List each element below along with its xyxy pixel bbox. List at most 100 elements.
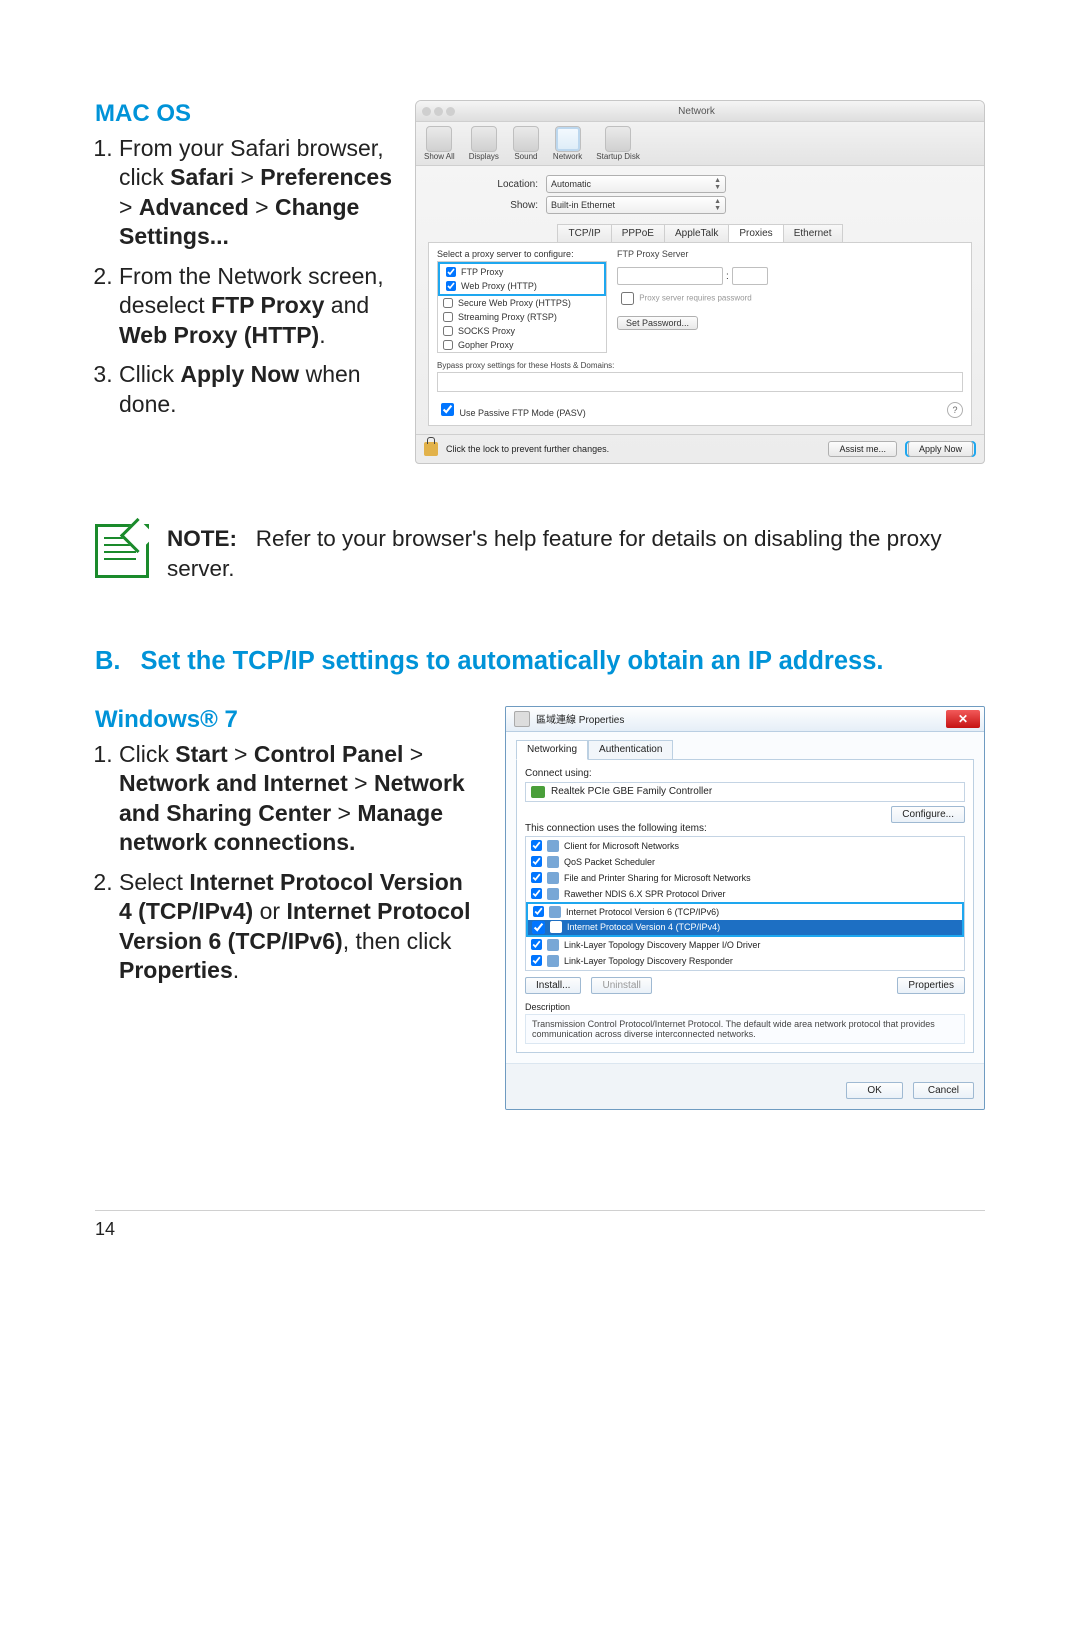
- location-select[interactable]: Automatic ▲▼: [546, 175, 726, 193]
- toolbar-sound-button[interactable]: Sound: [513, 126, 539, 161]
- proxy-socks[interactable]: SOCKS Proxy: [438, 324, 606, 338]
- item-file-printer[interactable]: File and Printer Sharing for Microsoft N…: [526, 870, 964, 886]
- set-password-button[interactable]: Set Password...: [617, 316, 698, 330]
- traffic-light-icon: [422, 107, 431, 116]
- requires-password-checkbox[interactable]: Proxy server requires password: [617, 289, 963, 308]
- lock-text: Click the lock to prevent further change…: [446, 444, 820, 454]
- web-proxy-checkbox[interactable]: [446, 281, 456, 291]
- assist-me-button[interactable]: Assist me...: [828, 441, 897, 457]
- page-number: 14: [95, 1219, 985, 1240]
- nic-display: Realtek PCIe GBE Family Controller: [525, 782, 965, 802]
- macos-step-1: From your Safari browser, click Safari >…: [119, 134, 395, 252]
- macos-steps: From your Safari browser, click Safari >…: [95, 134, 395, 419]
- component-icon: [547, 939, 559, 951]
- tab-authentication[interactable]: Authentication: [588, 740, 673, 759]
- description-text: Transmission Control Protocol/Internet P…: [525, 1014, 965, 1044]
- item-ipv6[interactable]: Internet Protocol Version 6 (TCP/IPv6): [528, 904, 962, 920]
- toolbar-network-button[interactable]: Network: [553, 126, 582, 161]
- properties-button[interactable]: Properties: [897, 977, 965, 994]
- tab-tcpip[interactable]: TCP/IP: [557, 224, 610, 242]
- show-select[interactable]: Built-in Ethernet ▲▼: [546, 196, 726, 214]
- section-b-heading: B. Set the TCP/IP settings to automatica…: [95, 645, 985, 678]
- help-icon[interactable]: ?: [947, 402, 963, 418]
- uninstall-button[interactable]: Uninstall: [591, 977, 651, 994]
- speaker-icon: [513, 126, 539, 152]
- install-button[interactable]: Install...: [525, 977, 581, 994]
- proxy-select-label: Select a proxy server to configure:: [437, 249, 607, 259]
- display-icon: [471, 126, 497, 152]
- socks-proxy-checkbox[interactable]: [443, 326, 453, 336]
- win-properties-dialog: 區域連線 Properties ✕ Networking Authenticat…: [505, 706, 985, 1110]
- gopher-proxy-checkbox[interactable]: [443, 340, 453, 350]
- item-client-ms[interactable]: Client for Microsoft Networks: [526, 838, 964, 854]
- pasv-checkbox[interactable]: Use Passive FTP Mode (PASV): [437, 400, 586, 419]
- updown-arrows-icon: ▲▼: [714, 177, 721, 191]
- tab-appletalk[interactable]: AppleTalk: [664, 224, 728, 242]
- note-icon: [95, 524, 149, 578]
- tab-pppoe[interactable]: PPPoE: [611, 224, 664, 242]
- component-icon: [547, 840, 559, 852]
- globe-icon: [555, 126, 581, 152]
- macos-step-2: From the Network screen, deselect FTP Pr…: [119, 262, 395, 350]
- back-forward-icon: [426, 126, 452, 152]
- show-label: Show:: [428, 200, 538, 211]
- cancel-button[interactable]: Cancel: [913, 1082, 974, 1099]
- proxy-gopher[interactable]: Gopher Proxy: [438, 338, 606, 352]
- item-qos[interactable]: QoS Packet Scheduler: [526, 854, 964, 870]
- windows-step-2: Select Internet Protocol Version 4 (TCP/…: [119, 868, 475, 986]
- proxy-host-input[interactable]: [617, 267, 723, 285]
- items-list: Client for Microsoft Networks QoS Packet…: [525, 836, 965, 971]
- traffic-light-icon: [446, 107, 455, 116]
- ok-button[interactable]: OK: [846, 1082, 902, 1099]
- ipv-highlight: Internet Protocol Version 6 (TCP/IPv6) I…: [526, 902, 964, 937]
- toolbar-show-all-button[interactable]: Show All: [424, 126, 455, 161]
- tab-ethernet[interactable]: Ethernet: [783, 224, 843, 242]
- mac-toolbar: Show All Displays Sound Network Startup …: [416, 122, 984, 166]
- toolbar-startup-disk-button[interactable]: Startup Disk: [596, 126, 640, 161]
- updown-arrows-icon: ▲▼: [714, 198, 721, 212]
- rtsp-proxy-checkbox[interactable]: [443, 312, 453, 322]
- windows-heading: Windows® 7: [95, 706, 475, 734]
- apply-now-button[interactable]: Apply Now: [908, 441, 973, 457]
- proxy-list: FTP Proxy Web Proxy (HTTP) Secure Web Pr…: [437, 261, 607, 353]
- close-button[interactable]: ✕: [946, 710, 980, 728]
- traffic-light-icon: [434, 107, 443, 116]
- windows-step-1: Click Start > Control Panel > Network an…: [119, 740, 475, 858]
- win-dialog-title: 區域連線 Properties: [536, 711, 624, 726]
- toolbar-displays-button[interactable]: Displays: [469, 126, 499, 161]
- note-text: NOTE: Refer to your browser's help featu…: [167, 524, 985, 585]
- connect-using-label: Connect using:: [525, 768, 965, 779]
- items-label: This connection uses the following items…: [525, 823, 965, 834]
- lock-icon[interactable]: [424, 442, 438, 456]
- component-icon: [547, 955, 559, 967]
- proxy-https[interactable]: Secure Web Proxy (HTTPS): [438, 296, 606, 310]
- description-label: Description: [525, 1002, 965, 1012]
- proxy-http[interactable]: Web Proxy (HTTP): [441, 279, 603, 293]
- apply-now-highlight: Apply Now: [905, 441, 976, 457]
- macos-heading: MAC OS: [95, 100, 395, 128]
- tab-networking[interactable]: Networking: [516, 740, 588, 760]
- component-icon: [547, 888, 559, 900]
- bypass-hosts-input[interactable]: [437, 372, 963, 392]
- component-icon: [547, 872, 559, 884]
- component-icon: [547, 856, 559, 868]
- nic-icon: [531, 786, 545, 798]
- bypass-label: Bypass proxy settings for these Hosts & …: [437, 361, 963, 370]
- mac-window-title: Network: [458, 106, 935, 117]
- component-icon: [549, 906, 561, 918]
- https-proxy-checkbox[interactable]: [443, 298, 453, 308]
- proxy-ftp[interactable]: FTP Proxy: [441, 265, 603, 279]
- ftp-proxy-checkbox[interactable]: [446, 267, 456, 277]
- mac-titlebar: Network: [416, 101, 984, 122]
- item-lltd-responder[interactable]: Link-Layer Topology Discovery Responder: [526, 953, 964, 969]
- item-rawether[interactable]: Rawether NDIS 6.X SPR Protocol Driver: [526, 886, 964, 902]
- ftp-proxy-server-label: FTP Proxy Server: [617, 249, 963, 259]
- proxy-rtsp[interactable]: Streaming Proxy (RTSP): [438, 310, 606, 324]
- item-lltd-mapper[interactable]: Link-Layer Topology Discovery Mapper I/O…: [526, 937, 964, 953]
- tab-proxies[interactable]: Proxies: [728, 224, 782, 242]
- item-ipv4[interactable]: Internet Protocol Version 4 (TCP/IPv4): [528, 920, 962, 935]
- mac-network-window: Network Show All Displays Sound Network …: [415, 100, 985, 464]
- footer-rule: [95, 1210, 985, 1211]
- configure-button[interactable]: Configure...: [891, 806, 965, 823]
- proxy-port-input[interactable]: [732, 267, 768, 285]
